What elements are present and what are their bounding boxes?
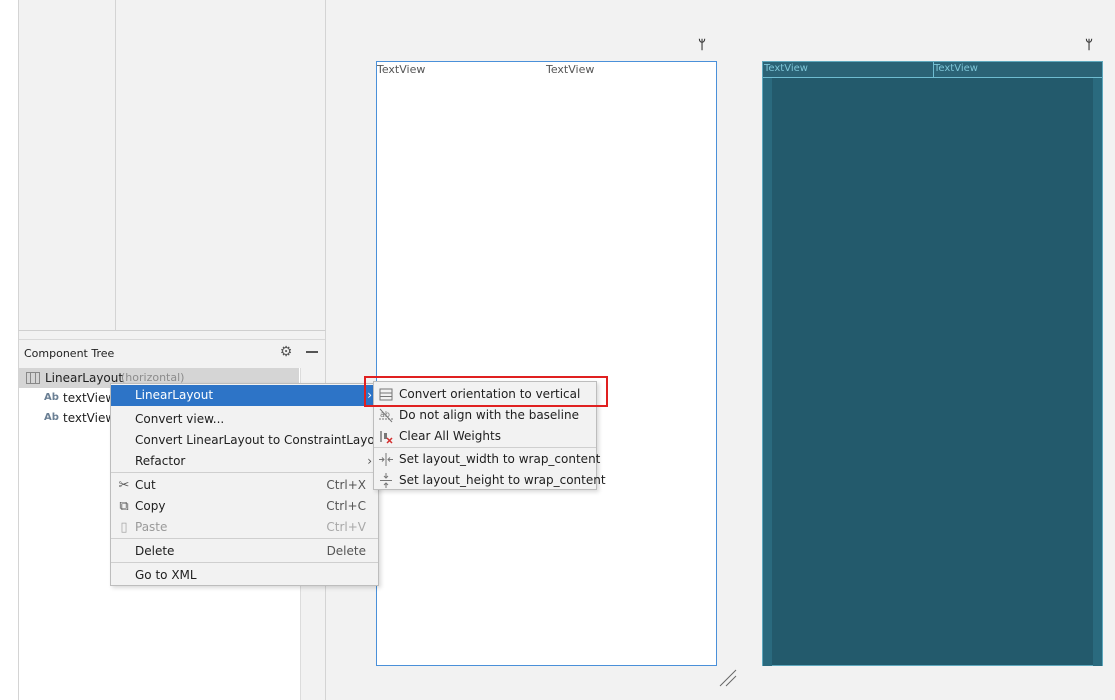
submenu-item-clear-weights[interactable]: Clear All Weights xyxy=(374,426,596,447)
submenu-item-baseline[interactable]: ab Do not align with the baseline xyxy=(374,405,596,426)
paste-icon: ▯ xyxy=(120,520,128,535)
text-view-icon: Ab xyxy=(44,392,59,403)
menu-item-shortcut: Ctrl+C xyxy=(326,499,366,513)
menu-item-shortcut: Ctrl+X xyxy=(326,478,366,492)
textview-preview[interactable]: TextView xyxy=(377,63,425,76)
text-view-icon: Ab xyxy=(44,412,59,423)
chevron-right-icon: › xyxy=(367,454,372,468)
gear-icon[interactable]: ⚙ xyxy=(278,344,294,360)
menu-item-label: Convert LinearLayout to ConstraintLayout xyxy=(135,433,388,447)
textview-blueprint[interactable]: TextView xyxy=(764,63,808,74)
menu-item-refactor[interactable]: Refactor › xyxy=(111,451,378,472)
menu-item-label: Go to XML xyxy=(135,568,197,582)
menu-item-convert-to-constraintlayout[interactable]: Convert LinearLayout to ConstraintLayout xyxy=(111,430,387,451)
menu-item-label: Convert view... xyxy=(135,412,225,426)
resize-handle-icon[interactable] xyxy=(718,668,738,688)
blueprint-edge-right xyxy=(1093,78,1102,666)
menu-item-paste: ▯ Paste Ctrl+V xyxy=(111,517,378,538)
submenu-item-width-wrap[interactable]: Set layout_width to wrap_content xyxy=(374,449,600,470)
minimize-icon[interactable] xyxy=(306,351,318,353)
textview-preview[interactable]: TextView xyxy=(546,63,594,76)
menu-item-shortcut: Ctrl+V xyxy=(326,520,366,534)
menu-item-linearlayout[interactable]: LinearLayout › xyxy=(111,385,378,406)
submenu-item-label: Do not align with the baseline xyxy=(399,408,579,422)
baseline-off-icon: ab xyxy=(379,408,393,423)
blueprint-preview[interactable]: TextView TextView xyxy=(762,61,1103,666)
menu-item-delete[interactable]: Delete Delete xyxy=(111,541,378,562)
menu-item-label: LinearLayout xyxy=(135,388,214,402)
menu-separator xyxy=(111,472,378,473)
menu-item-cut[interactable]: ✂ Cut Ctrl+X xyxy=(111,475,378,496)
submenu-item-label: Set layout_height to wrap_content xyxy=(399,473,606,487)
menu-item-label: Copy xyxy=(135,499,166,513)
submenu-item-label: Set layout_width to wrap_content xyxy=(399,452,601,466)
left-tool-strip xyxy=(0,0,18,700)
submenu-item-height-wrap[interactable]: Set layout_height to wrap_content xyxy=(374,470,606,491)
linear-layout-icon xyxy=(26,372,40,384)
palette-items-panel xyxy=(116,0,326,330)
menu-item-convert-view[interactable]: Convert view... xyxy=(111,409,378,430)
submenu-item-label: Clear All Weights xyxy=(399,429,501,443)
menu-item-label: Refactor xyxy=(135,454,186,468)
menu-item-go-to-xml[interactable]: Go to XML xyxy=(111,565,378,586)
menu-separator xyxy=(374,447,596,448)
menu-item-label: Paste xyxy=(135,520,168,534)
menu-item-label: Delete xyxy=(135,544,175,558)
blueprint-edge-left xyxy=(763,78,772,666)
component-tree-title: Component Tree xyxy=(24,347,115,360)
palette-categories-panel xyxy=(18,0,116,330)
height-wrap-icon xyxy=(380,473,392,488)
scissors-icon: ✂ xyxy=(118,478,130,493)
design-preview[interactable]: TextView TextView xyxy=(376,61,717,666)
width-wrap-icon xyxy=(379,453,393,466)
clear-weights-icon xyxy=(380,431,393,444)
copy-icon: ⧉ xyxy=(119,499,129,514)
menu-item-label: Cut xyxy=(135,478,156,492)
textview-blueprint[interactable]: TextView xyxy=(934,63,978,74)
menu-item-copy[interactable]: ⧉ Copy Ctrl+C xyxy=(111,496,378,517)
context-menu: LinearLayout › Convert view... Convert L… xyxy=(110,383,387,586)
pin-icon[interactable]: ᛘ xyxy=(1084,39,1094,53)
menu-separator xyxy=(111,562,378,563)
annotation-highlight-box xyxy=(364,376,608,407)
menu-item-shortcut: Delete xyxy=(326,544,366,558)
menu-separator xyxy=(111,538,378,539)
pin-icon[interactable]: ᛘ xyxy=(697,39,707,53)
